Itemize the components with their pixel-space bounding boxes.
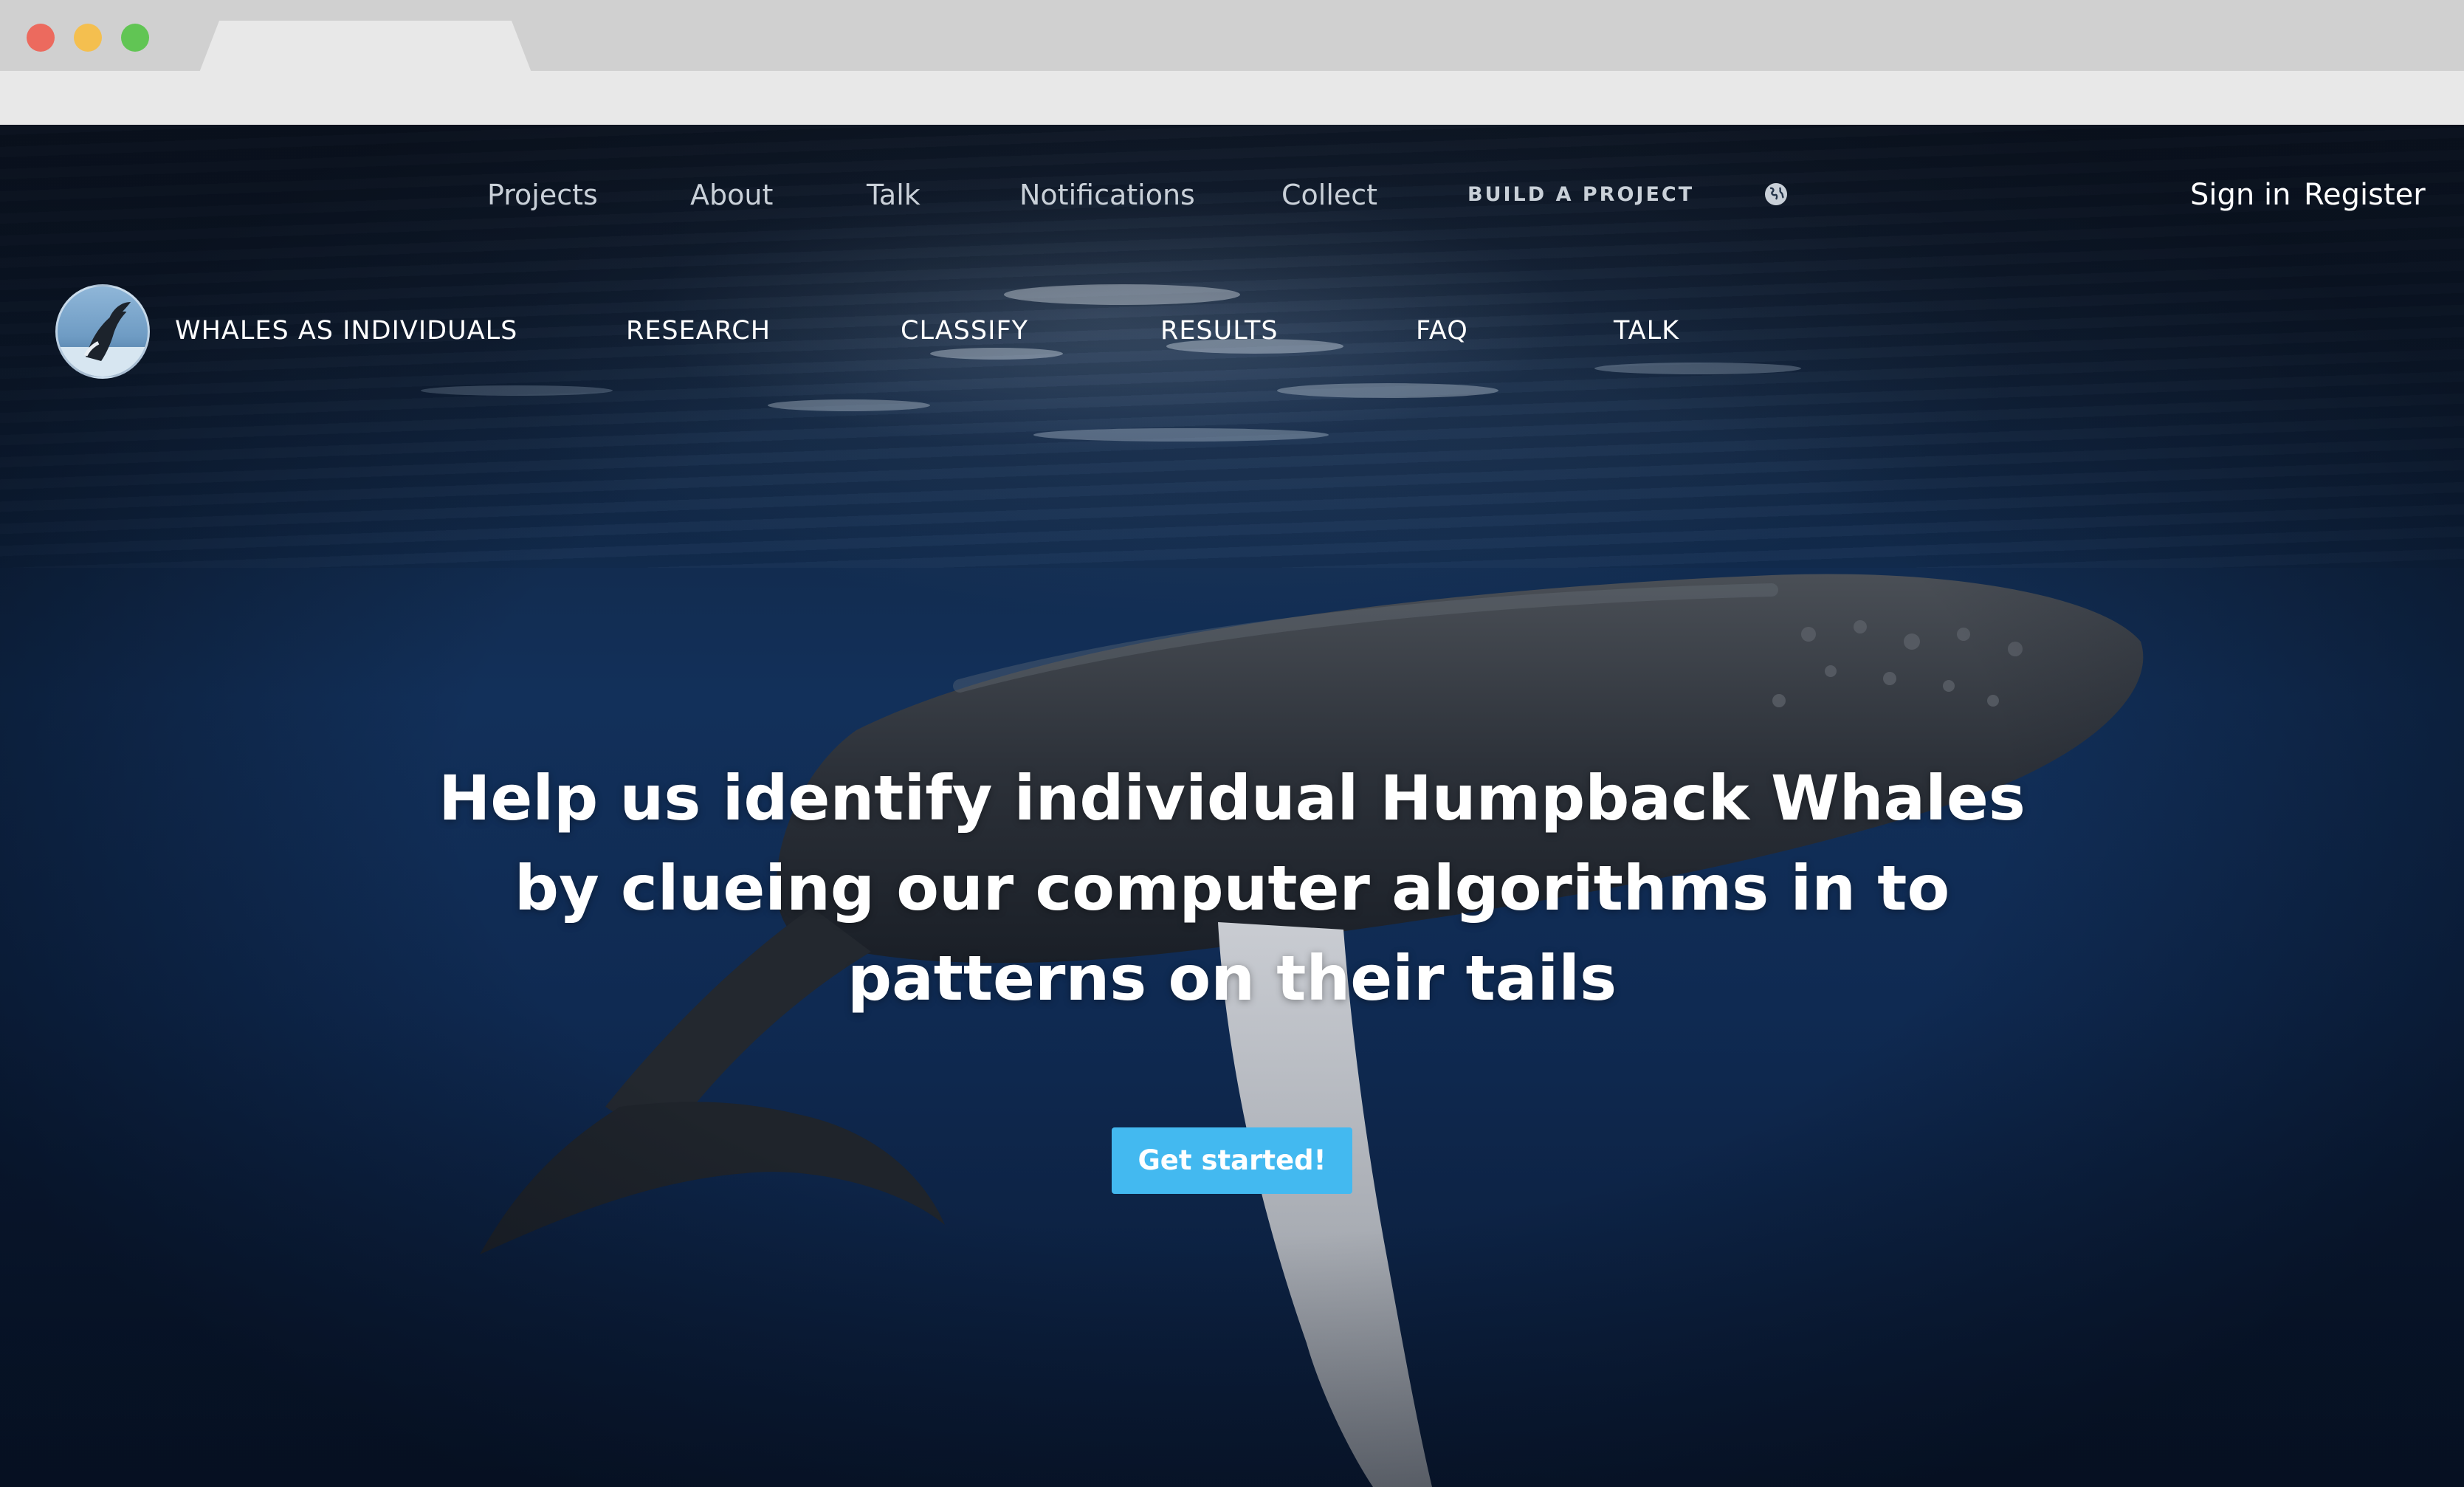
get-started-button[interactable]: Get started!: [1112, 1127, 1352, 1194]
register-link[interactable]: Register: [2304, 165, 2426, 224]
global-nav: Projects About Talk Notifications Collec…: [0, 125, 2464, 243]
whale-breach-icon: [58, 301, 148, 377]
hero-headline: Help us identify individual Humpback Wha…: [438, 762, 2026, 1014]
project-title[interactable]: WHALES AS INDIVIDUALS: [175, 305, 517, 357]
build-a-project-link[interactable]: BUILD A PROJECT: [1467, 165, 1694, 224]
sign-in-link[interactable]: Sign in: [2190, 165, 2291, 224]
maximize-window-icon[interactable]: [121, 24, 149, 52]
minimize-window-icon[interactable]: [74, 24, 102, 52]
globe-icon[interactable]: [1763, 182, 1789, 207]
nav-link-notifications[interactable]: Notifications: [1019, 165, 1195, 224]
nav-link-projects[interactable]: Projects: [487, 165, 598, 224]
close-window-icon[interactable]: [27, 24, 55, 52]
project-nav-faq[interactable]: FAQ: [1416, 305, 1468, 357]
nav-link-talk[interactable]: Talk: [867, 165, 920, 224]
project-nav-classify[interactable]: CLASSIFY: [901, 305, 1028, 357]
browser-tab[interactable]: [199, 21, 531, 72]
project-avatar[interactable]: [55, 284, 150, 379]
project-nav-results[interactable]: RESULTS: [1160, 305, 1279, 357]
browser-chrome: [0, 0, 2464, 125]
project-nav: WHALES AS INDIVIDUALS RESEARCH CLASSIFY …: [0, 281, 2464, 384]
project-nav-research[interactable]: RESEARCH: [626, 305, 771, 357]
project-nav-talk[interactable]: TALK: [1614, 305, 1679, 357]
nav-link-about[interactable]: About: [690, 165, 773, 224]
nav-link-collect[interactable]: Collect: [1281, 165, 1377, 224]
